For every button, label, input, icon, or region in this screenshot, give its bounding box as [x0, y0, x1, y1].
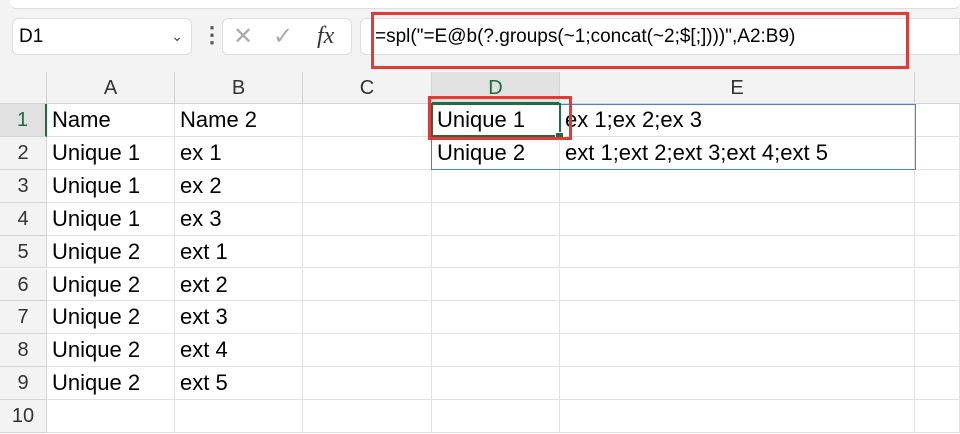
cell[interactable]: ext 3 — [175, 301, 303, 335]
cell[interactable]: Unique 2 — [47, 334, 175, 368]
cell[interactable]: Unique 2 — [47, 367, 175, 401]
row-header-5[interactable]: 5 — [0, 235, 47, 269]
cell[interactable] — [303, 169, 432, 203]
cell[interactable] — [432, 400, 560, 433]
cell[interactable]: Unique 1 — [47, 202, 175, 236]
cell[interactable]: ex 2 — [175, 169, 303, 203]
cell[interactable]: Unique 1 — [47, 169, 175, 203]
cell[interactable] — [175, 400, 303, 433]
cell[interactable] — [560, 235, 915, 269]
row-header-1[interactable]: 1 — [0, 104, 47, 137]
cell[interactable] — [560, 334, 915, 368]
column-header-A[interactable]: A — [47, 72, 175, 104]
cell[interactable]: ext 1 — [175, 235, 303, 269]
cell[interactable]: ex 3 — [175, 202, 303, 236]
more-options-icon[interactable]: ⋮ — [201, 22, 223, 48]
cell[interactable]: ext 5 — [175, 367, 303, 401]
cell[interactable]: Unique 1 — [47, 136, 175, 170]
cell[interactable] — [303, 202, 432, 236]
row-header-3[interactable]: 3 — [0, 169, 47, 203]
cell[interactable] — [560, 400, 915, 433]
column-header-B[interactable]: B — [175, 72, 303, 104]
cancel-icon[interactable]: ✕ — [233, 19, 253, 54]
cell[interactable] — [303, 235, 432, 269]
cell[interactable] — [303, 136, 432, 170]
cell[interactable] — [303, 104, 432, 137]
cell[interactable] — [915, 334, 960, 368]
cell[interactable] — [915, 301, 960, 335]
cell[interactable] — [560, 268, 915, 302]
cell[interactable] — [432, 169, 560, 203]
cell[interactable] — [432, 268, 560, 302]
cell[interactable] — [47, 400, 175, 433]
cell[interactable] — [432, 367, 560, 401]
name-box[interactable]: D1 ⌄ — [12, 18, 192, 55]
row-header-7[interactable]: 7 — [0, 301, 47, 335]
cell[interactable] — [432, 235, 560, 269]
insert-function-icon[interactable]: fx — [317, 19, 334, 54]
name-box-value: D1 — [19, 26, 44, 47]
cell[interactable]: ext 2 — [175, 268, 303, 302]
row-header-10[interactable]: 10 — [0, 400, 47, 433]
cell[interactable] — [915, 169, 960, 203]
column-header-F[interactable] — [915, 72, 960, 104]
cell[interactable] — [432, 301, 560, 335]
cell[interactable]: ext 4 — [175, 334, 303, 368]
cell[interactable] — [915, 136, 960, 170]
row-header-2[interactable]: 2 — [0, 136, 47, 170]
cell[interactable] — [560, 301, 915, 335]
cell[interactable] — [915, 268, 960, 302]
cell[interactable]: ex 1 — [175, 136, 303, 170]
cell[interactable] — [303, 268, 432, 302]
cell[interactable] — [915, 202, 960, 236]
ribbon-edge — [10, 0, 960, 9]
cell-highlight — [428, 96, 572, 140]
column-header-E[interactable]: E — [560, 72, 915, 104]
cell[interactable]: Unique 2 — [47, 235, 175, 269]
cell[interactable] — [303, 301, 432, 335]
cell[interactable]: Unique 2 — [47, 301, 175, 335]
cell[interactable] — [303, 334, 432, 368]
select-all[interactable] — [0, 72, 47, 104]
cell[interactable] — [915, 367, 960, 401]
cell[interactable] — [432, 202, 560, 236]
cell[interactable]: Name — [47, 104, 175, 137]
cell[interactable] — [915, 235, 960, 269]
formula-buttons: ✕ ✓ fx — [222, 18, 352, 55]
cell[interactable] — [303, 367, 432, 401]
row-header-9[interactable]: 9 — [0, 367, 47, 401]
cell[interactable] — [560, 169, 915, 203]
cell[interactable] — [915, 104, 960, 137]
cell[interactable] — [303, 400, 432, 433]
row-header-4[interactable]: 4 — [0, 202, 47, 236]
cell[interactable] — [432, 334, 560, 368]
cell[interactable] — [560, 202, 915, 236]
formula-highlight — [371, 12, 909, 69]
column-header-C[interactable]: C — [303, 72, 432, 104]
cell[interactable]: Name 2 — [175, 104, 303, 137]
cell[interactable] — [915, 400, 960, 433]
cell[interactable]: Unique 2 — [47, 268, 175, 302]
row-header-8[interactable]: 8 — [0, 334, 47, 368]
cell[interactable] — [560, 367, 915, 401]
chevron-down-icon[interactable]: ⌄ — [171, 19, 183, 54]
enter-icon[interactable]: ✓ — [273, 19, 293, 54]
row-header-6[interactable]: 6 — [0, 268, 47, 302]
